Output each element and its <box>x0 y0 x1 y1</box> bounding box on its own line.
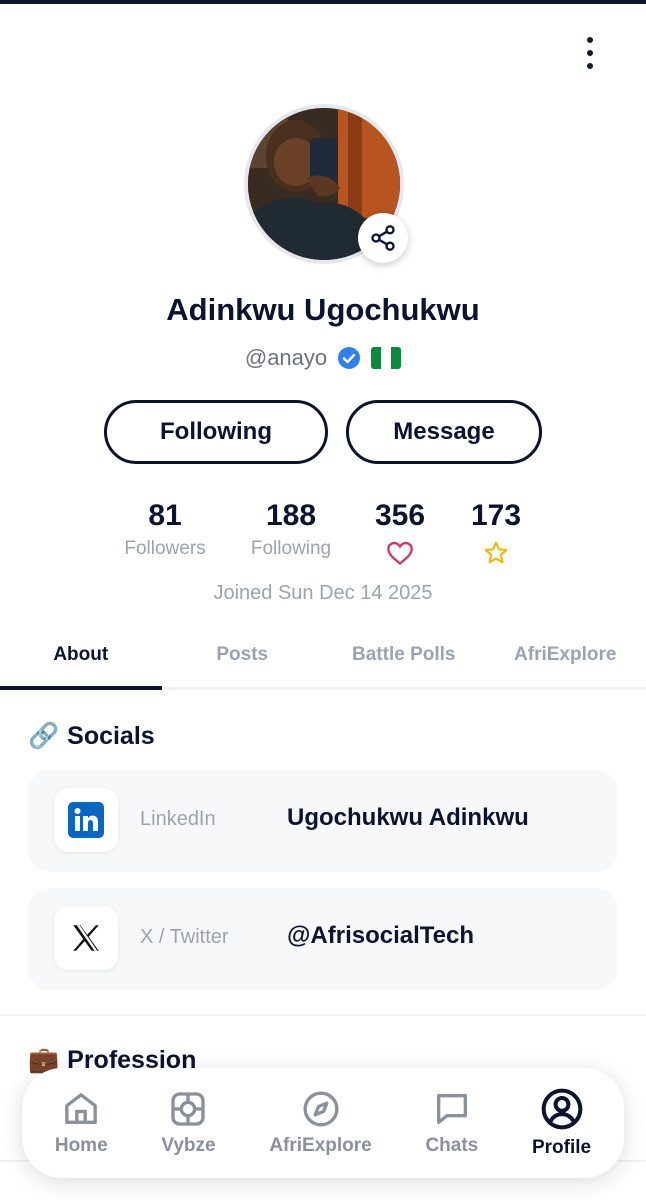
nav-chats[interactable]: Chats <box>425 1089 478 1157</box>
social-card-x-twitter[interactable]: X / Twitter @AfrisocialTech <box>28 888 618 990</box>
followers-stat[interactable]: 81 Followers <box>110 498 220 560</box>
following-label: Following <box>250 538 332 559</box>
tab-battle-polls[interactable]: Battle Polls <box>323 632 485 687</box>
joined-date: Joined Sun Dec 14 2025 <box>213 582 433 604</box>
stars-stat[interactable]: 173 <box>446 498 546 566</box>
vybze-icon <box>171 1092 206 1126</box>
profile-name: Adinkwu Ugochukwu <box>166 292 480 327</box>
socials-title-text: Socials <box>67 722 155 750</box>
following-stat[interactable]: 188 Following <box>236 498 346 560</box>
social-value: Ugochukwu Adinkwu <box>287 804 529 831</box>
likes-count: 356 <box>374 499 426 532</box>
stars-count: 173 <box>470 499 522 532</box>
more-options-button[interactable] <box>572 34 608 72</box>
bottom-navigation: Home Vybze AfriExplore Chats Profile <box>22 1068 624 1178</box>
home-icon <box>65 1093 98 1124</box>
nav-chats-label: Chats <box>425 1135 479 1156</box>
followers-count: 81 <box>148 499 182 532</box>
nav-home[interactable]: Home <box>55 1089 108 1157</box>
nav-home-label: Home <box>54 1135 108 1156</box>
followers-label: Followers <box>124 538 206 559</box>
linkedin-icon <box>54 788 118 852</box>
top-edge <box>0 0 646 4</box>
social-platform-label: X / Twitter <box>140 926 229 948</box>
nav-afriexplore[interactable]: AfriExplore <box>269 1089 372 1157</box>
star-icon <box>484 541 508 564</box>
profile-handle: @anayo <box>244 345 328 370</box>
tab-afriexplore[interactable]: AfriExplore <box>485 632 646 687</box>
share-profile-button[interactable] <box>358 213 408 263</box>
nav-vybze-label: Vybze <box>161 1135 216 1156</box>
following-count: 188 <box>265 499 317 532</box>
following-button[interactable]: Following <box>104 400 328 464</box>
social-value: @AfrisocialTech <box>287 922 475 949</box>
section-divider <box>0 1014 646 1016</box>
link-icon: 🔗 <box>28 722 60 750</box>
menu-dot <box>587 50 593 56</box>
profile-tabs: About Posts Battle Polls AfriExplore <box>0 632 646 690</box>
tab-about[interactable]: About <box>0 632 162 690</box>
chat-icon <box>436 1094 467 1124</box>
verified-badge-icon <box>338 347 361 369</box>
nigeria-flag-icon <box>371 347 402 369</box>
social-card-linkedin[interactable]: LinkedIn Ugochukwu Adinkwu <box>28 770 618 872</box>
likes-stat[interactable]: 356 <box>350 498 450 566</box>
message-button[interactable]: Message <box>346 400 542 464</box>
social-platform-label: LinkedIn <box>140 808 216 830</box>
nav-profile[interactable]: Profile <box>532 1087 591 1159</box>
share-icon <box>371 225 395 251</box>
nav-vybze[interactable]: Vybze <box>161 1089 216 1157</box>
profile-icon <box>541 1088 582 1130</box>
menu-dot <box>587 63 593 69</box>
nav-afriexplore-label: AfriExplore <box>269 1135 372 1156</box>
heart-icon <box>387 541 413 565</box>
more-vertical-icon <box>587 37 593 43</box>
nav-profile-label: Profile <box>531 1137 592 1158</box>
x-twitter-icon <box>54 906 118 970</box>
handle-row: @anayo <box>0 345 646 371</box>
tab-posts[interactable]: Posts <box>162 632 324 687</box>
socials-section-title: 🔗 Socials <box>28 722 155 751</box>
compass-icon <box>303 1091 339 1127</box>
